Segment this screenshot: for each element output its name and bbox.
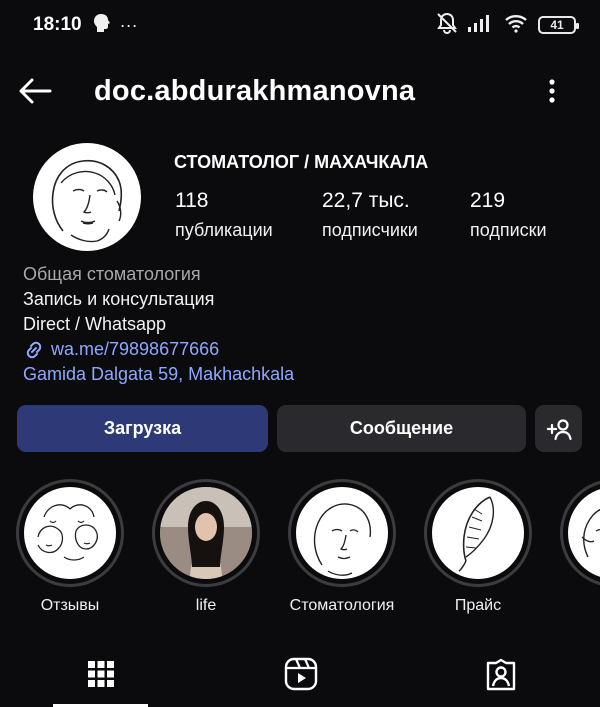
profile-username: doc.abdurakhmanovna bbox=[94, 75, 416, 107]
signal-icon bbox=[468, 14, 494, 37]
face-line-art-icon bbox=[51, 159, 123, 243]
tagged-person-icon bbox=[486, 658, 515, 690]
more-notifications-icon: ··· bbox=[119, 14, 138, 35]
options-button[interactable] bbox=[541, 75, 563, 107]
stat-followers[interactable]: 22,7 тыс. подписчики bbox=[322, 189, 418, 241]
face-line-art-icon bbox=[581, 508, 600, 558]
profile-link[interactable]: wa.me/79898677666 bbox=[23, 337, 294, 362]
profile-avatar[interactable] bbox=[33, 143, 141, 251]
more-vertical-icon bbox=[549, 79, 555, 103]
profile-category: Общая стоматология bbox=[23, 264, 201, 284]
stat-followers-value: 22,7 тыс. bbox=[322, 189, 410, 212]
highlight-life[interactable]: life bbox=[151, 479, 261, 615]
profile-bio: Общая стоматология Запись и консультация… bbox=[23, 262, 294, 387]
profile-header: doc.abdurakhmanovna bbox=[0, 62, 600, 120]
tab-grid[interactable] bbox=[53, 640, 148, 707]
back-button[interactable] bbox=[16, 76, 54, 106]
wifi-icon bbox=[504, 13, 528, 38]
stat-posts[interactable]: 118 публикации bbox=[175, 189, 273, 241]
arrow-left-icon bbox=[19, 78, 52, 104]
stat-following[interactable]: 219 подписки bbox=[470, 189, 547, 241]
link-icon bbox=[26, 341, 42, 358]
status-time: 18:10 bbox=[33, 14, 82, 35]
notification-icon bbox=[92, 13, 110, 38]
highlight-label: Отзывы bbox=[40, 597, 100, 614]
add-friend-button[interactable] bbox=[535, 405, 582, 452]
stat-posts-label: публикации bbox=[175, 220, 273, 240]
faces-sketch-icon bbox=[37, 504, 98, 561]
highlight-reviews[interactable]: Отзывы bbox=[15, 479, 125, 615]
highlight-dentistry[interactable]: Стоматология bbox=[287, 479, 397, 615]
highlight-label: life bbox=[195, 597, 217, 614]
status-bar: 18:10 ··· 41 bbox=[0, 0, 600, 50]
tab-tagged[interactable] bbox=[453, 640, 548, 707]
stat-following-label: подписки bbox=[470, 220, 547, 240]
stat-following-value: 219 bbox=[470, 189, 506, 212]
highlight-label: Прайс bbox=[454, 597, 502, 614]
face-line-art-icon bbox=[313, 503, 372, 576]
bio-line: Запись и консультация bbox=[23, 289, 215, 309]
upload-button[interactable]: Загрузка bbox=[17, 405, 268, 452]
reels-icon bbox=[284, 657, 317, 690]
highlight-label: Обу bbox=[559, 597, 600, 615]
highlight-price[interactable]: Прайс bbox=[423, 479, 533, 615]
message-button[interactable]: Сообщение bbox=[277, 405, 526, 452]
profile-title: СТОМАТОЛОГ / МАХАЧКАЛА bbox=[174, 152, 429, 172]
battery-icon: 41 bbox=[538, 16, 579, 34]
add-person-icon bbox=[546, 418, 572, 440]
tab-reels[interactable] bbox=[253, 640, 348, 707]
grid-icon bbox=[87, 660, 114, 687]
profile-tabs bbox=[0, 640, 600, 707]
photo-person-icon bbox=[160, 487, 252, 579]
highlight-label: Стоматология bbox=[289, 597, 395, 614]
profile-address[interactable]: Gamida Dalgata 59, Makhachkala bbox=[23, 362, 294, 387]
highlight-training[interactable]: Обу bbox=[559, 479, 600, 615]
stat-posts-value: 118 bbox=[175, 189, 209, 212]
profile-link-text[interactable]: wa.me/79898677666 bbox=[51, 337, 219, 362]
mute-icon bbox=[436, 12, 458, 39]
stat-followers-label: подписчики bbox=[322, 220, 418, 240]
feather-icon bbox=[458, 496, 495, 572]
bio-line: Direct / Whatsapp bbox=[23, 314, 167, 334]
